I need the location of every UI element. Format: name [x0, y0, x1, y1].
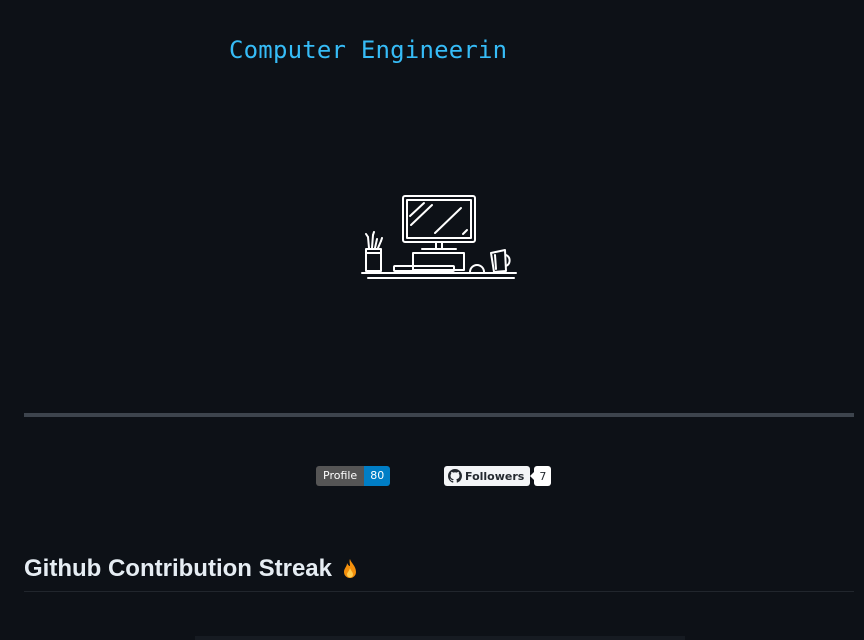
section-divider	[24, 413, 854, 417]
profile-views-count: 80	[364, 466, 391, 486]
streak-heading-text: Github Contribution Streak	[24, 555, 332, 582]
fire-icon	[343, 559, 356, 578]
desk-computer-icon	[361, 195, 517, 279]
followers-badge[interactable]: Followers 7	[444, 466, 552, 486]
followers-label: Followers	[465, 469, 525, 483]
streak-stats-card	[195, 636, 685, 640]
streak-section-heading: Github Contribution Streak	[24, 555, 854, 592]
followers-label-box: Followers	[444, 466, 531, 486]
profile-readme: Computer Engineerin Profile views	[0, 0, 864, 640]
profile-views-badge[interactable]: Profile views 80	[316, 466, 391, 486]
typing-title: Computer Engineerin	[229, 36, 508, 64]
followers-count: 7	[530, 466, 552, 486]
profile-views-label: Profile views	[316, 466, 365, 486]
github-icon	[448, 469, 462, 483]
